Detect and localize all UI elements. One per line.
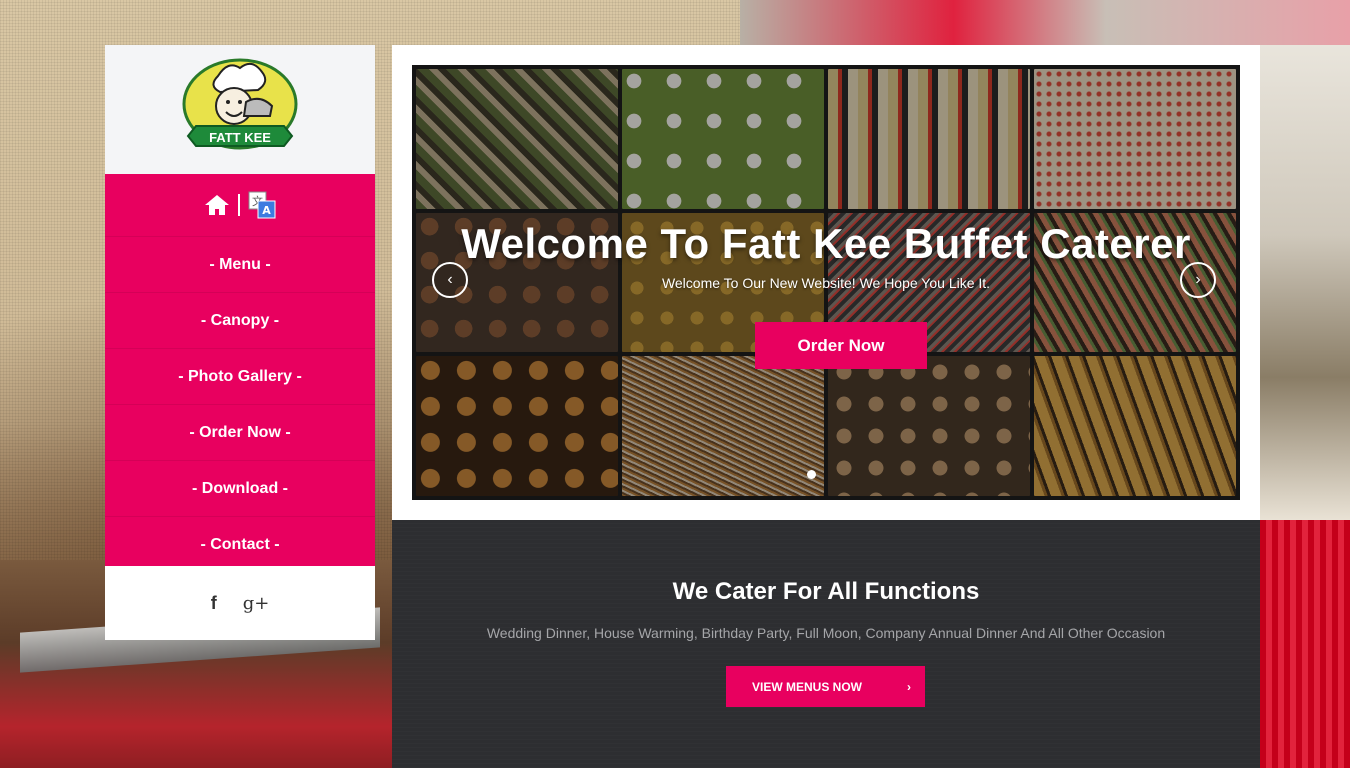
background-tablecloth [1260, 520, 1350, 768]
view-menus-label: VIEW MENUS NOW [752, 679, 862, 694]
translate-icon[interactable]: 文 A [248, 191, 276, 219]
functions-subtitle: Wedding Dinner, House Warming, Birthday … [486, 625, 1166, 641]
main-content: Welcome To Fatt Kee Buffet Caterer Welco… [392, 45, 1260, 768]
slider-prev-button[interactable]: ‹ [432, 262, 468, 298]
chevron-left-icon: ‹ [447, 271, 453, 288]
hero-slider: Welcome To Fatt Kee Buffet Caterer Welco… [412, 65, 1240, 500]
social-links: f g+ [105, 566, 375, 640]
logo-text: FATT KEE [209, 130, 271, 145]
chevron-right-icon: › [907, 679, 911, 694]
functions-section: We Cater For All Functions Wedding Dinne… [392, 520, 1260, 768]
hero-subtitle: Welcome To Our New Website! We Hope You … [661, 275, 991, 291]
nav-item-contact[interactable]: - Contact - [105, 517, 375, 572]
sidebar: FATT KEE 文 A - Menu - - Canopy - - Photo… [105, 45, 375, 640]
home-icon[interactable] [204, 193, 230, 217]
background-photo-right [1260, 45, 1350, 520]
slider-dot[interactable] [807, 470, 816, 479]
functions-title: We Cater For All Functions [672, 578, 980, 605]
slider-next-button[interactable]: › [1180, 262, 1216, 298]
order-now-button[interactable]: Order Now [755, 322, 927, 369]
hero-section: Welcome To Fatt Kee Buffet Caterer Welco… [392, 45, 1260, 520]
nav-item-canopy[interactable]: - Canopy - [105, 293, 375, 349]
nav-item-menu[interactable]: - Menu - [105, 237, 375, 293]
nav-icons: 文 A [105, 174, 375, 237]
google-plus-icon[interactable]: g+ [243, 593, 270, 614]
fatt-kee-logo[interactable]: FATT KEE [174, 56, 306, 164]
icon-separator [238, 194, 240, 216]
nav-item-download[interactable]: - Download - [105, 461, 375, 517]
nav-item-order-now[interactable]: - Order Now - [105, 405, 375, 461]
svg-text:A: A [262, 204, 271, 217]
chevron-right-icon: › [1195, 271, 1201, 288]
background-banner [740, 0, 1350, 45]
view-menus-button[interactable]: VIEW MENUS NOW › [726, 666, 925, 707]
facebook-icon[interactable]: f [211, 593, 217, 614]
logo-area[interactable]: FATT KEE [105, 45, 375, 174]
main-nav: 文 A - Menu - - Canopy - - Photo Gallery … [105, 174, 375, 566]
nav-item-photo-gallery[interactable]: - Photo Gallery - [105, 349, 375, 405]
hero-title: Welcome To Fatt Kee Buffet Caterer [461, 220, 1191, 267]
